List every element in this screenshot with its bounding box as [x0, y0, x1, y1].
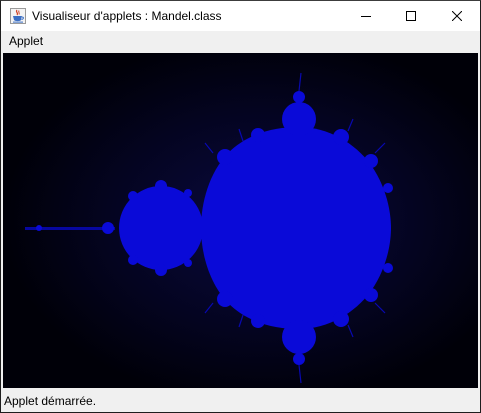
title-bar[interactable]: Visualiseur d'applets : Mandel.class — [1, 1, 480, 31]
maximize-button[interactable] — [388, 1, 433, 31]
mandelbrot-fractal — [3, 53, 478, 388]
status-text: Applet démarrée. — [4, 394, 97, 408]
window-title: Visualiseur d'applets : Mandel.class — [32, 9, 222, 23]
status-bar: Applet démarrée. — [1, 390, 480, 412]
maximize-icon — [405, 11, 416, 21]
java-cup-icon — [10, 8, 26, 24]
close-icon — [451, 11, 462, 21]
applet-canvas[interactable] — [3, 53, 478, 388]
applet-viewer-window: Visualiseur d'applets : Mandel.class App… — [0, 0, 481, 413]
minimize-button[interactable] — [343, 1, 388, 31]
menu-applet[interactable]: Applet — [3, 31, 49, 51]
close-button[interactable] — [433, 1, 480, 31]
minimize-icon — [360, 16, 371, 17]
menu-bar: Applet — [1, 31, 480, 51]
